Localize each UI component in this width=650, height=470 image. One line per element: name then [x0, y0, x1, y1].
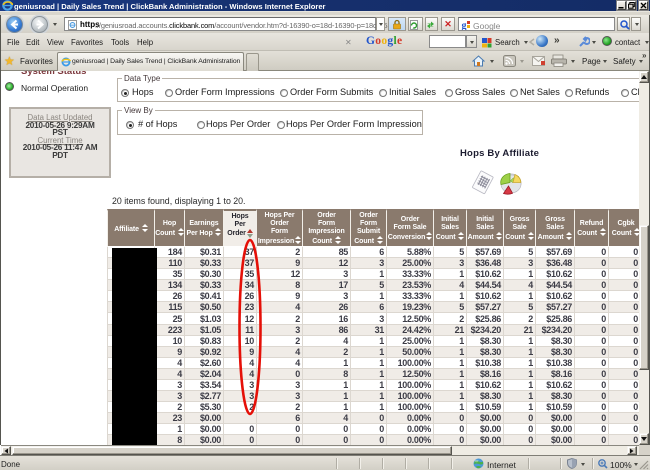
- svg-text:g: g: [462, 21, 467, 31]
